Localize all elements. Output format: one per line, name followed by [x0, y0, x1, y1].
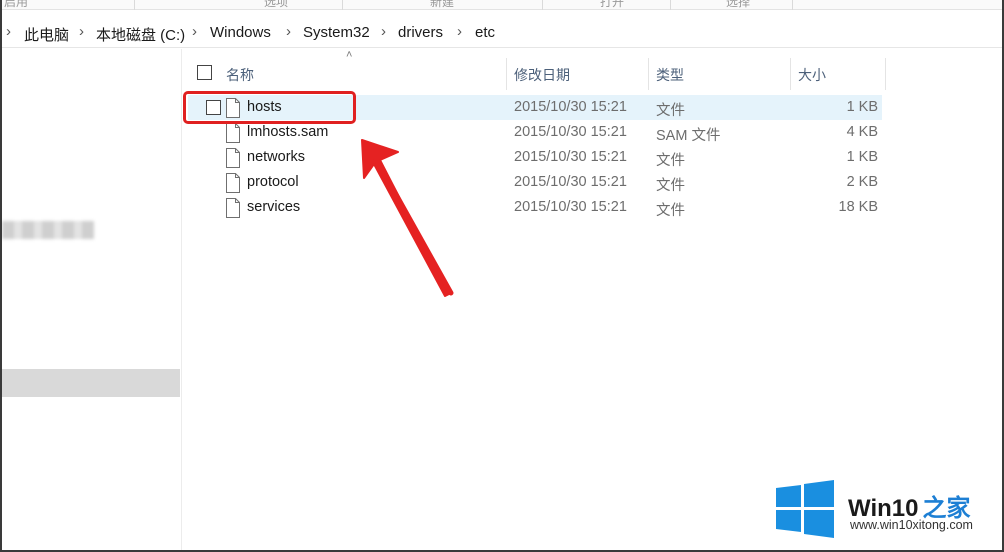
- windows-logo-icon: [776, 480, 834, 538]
- watermark-url: www.win10xitong.com: [850, 518, 973, 532]
- red-arrow-icon: [361, 139, 454, 297]
- explorer-window: 启用 选项 新建 打开 选择 › 此电脑 › 本地磁盘 (C:) › Windo…: [0, 0, 1004, 552]
- watermark: Win10 之家 www.win10xitong.com: [774, 480, 999, 540]
